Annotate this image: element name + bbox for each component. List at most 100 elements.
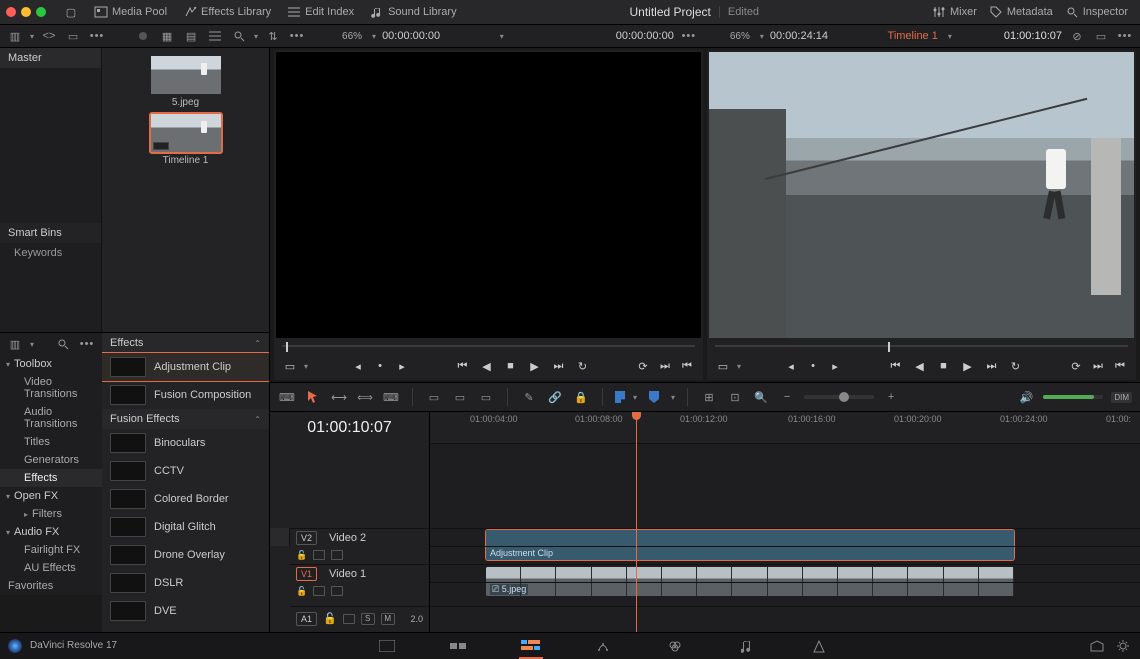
prev-frame-icon[interactable]: ◀ — [912, 358, 928, 374]
mute-button[interactable]: M — [381, 613, 395, 625]
prev-frame-icon[interactable]: ◀ — [479, 358, 495, 374]
chevron-down-icon[interactable]: ▾ — [30, 32, 34, 41]
zoom-out-icon[interactable]: − — [778, 388, 796, 406]
flag-icon[interactable] — [615, 391, 625, 403]
next-frame-icon[interactable]: ⏭ — [984, 358, 1000, 374]
prev-marker-icon[interactable]: ◂ — [783, 358, 799, 374]
disable-track-icon[interactable] — [343, 614, 355, 624]
chevron-down-icon[interactable]: ▾ — [372, 32, 376, 41]
fusion-effects-section-header[interactable]: Fusion Effects ⌃ — [102, 409, 269, 429]
loop-icon[interactable]: ↻ — [1008, 358, 1024, 374]
first-frame-icon[interactable]: ⏮ — [888, 358, 904, 374]
generators-category[interactable]: Generators — [0, 451, 102, 469]
fusion-page-icon[interactable] — [591, 638, 615, 654]
zoom-window-icon[interactable] — [36, 7, 46, 17]
program-timecode[interactable]: 01:00:10:07 — [1004, 30, 1062, 42]
lock-icon[interactable]: 🔓 — [323, 612, 337, 625]
mixer-toggle[interactable]: Mixer — [926, 5, 983, 19]
lock-icon[interactable]: 🔓 — [296, 550, 307, 561]
colored-border-effect[interactable]: Colored Border — [102, 485, 269, 513]
disable-track-icon[interactable] — [313, 586, 325, 596]
inspector-toggle[interactable]: Inspector — [1059, 5, 1134, 19]
chevron-down-icon[interactable]: ▾ — [30, 340, 34, 349]
fit-icon[interactable]: ⊡ — [726, 388, 744, 406]
dslr-effect[interactable]: DSLR — [102, 569, 269, 597]
sort-icon[interactable]: ⇅ — [264, 27, 282, 45]
panel-icon[interactable]: ▭ — [1092, 27, 1110, 45]
source-zoom[interactable]: 66% — [342, 31, 362, 42]
v2-track-header[interactable]: V2 Video 2 — [290, 528, 429, 546]
loop-icon[interactable]: ⟳ — [635, 358, 651, 374]
smart-bins-header[interactable]: Smart Bins — [0, 223, 101, 243]
openfx-category[interactable]: ▾Open FX — [0, 487, 102, 505]
v2-tag[interactable]: V2 — [296, 531, 317, 545]
loop-icon[interactable]: ⟳ — [1068, 358, 1084, 374]
effects-section-header[interactable]: Effects ⌃ — [102, 333, 269, 353]
stop-icon[interactable]: ■ — [503, 358, 519, 374]
more-icon[interactable]: ••• — [288, 27, 306, 45]
keyboard-icon[interactable]: ⌨ — [278, 388, 296, 406]
overwrite-icon[interactable]: ▭ — [451, 388, 469, 406]
lock-icon[interactable]: 🔒 — [572, 388, 590, 406]
timeline-thumbnail[interactable] — [151, 114, 221, 152]
timeline-timecode[interactable]: 01:00:10:07 — [270, 412, 429, 444]
project-manager-icon[interactable] — [1088, 637, 1106, 655]
frame-icon[interactable] — [331, 550, 343, 560]
chevron-down-icon[interactable]: ▾ — [948, 32, 952, 41]
media-page-icon[interactable] — [375, 638, 399, 654]
zoom-tool-icon[interactable]: 🔍 — [752, 388, 770, 406]
project-settings-icon[interactable] — [1114, 637, 1132, 655]
go-end-icon[interactable]: ⏭ — [657, 358, 673, 374]
selection-tool-icon[interactable] — [304, 388, 322, 406]
clip-item[interactable]: Timeline 1 — [151, 114, 221, 166]
list-view-icon[interactable] — [206, 27, 224, 45]
a1-tag[interactable]: A1 — [296, 612, 317, 626]
edit-index-toggle[interactable]: Edit Index — [281, 0, 360, 24]
stop-icon[interactable]: ■ — [936, 358, 952, 374]
lock-icon[interactable]: 🔓 — [296, 586, 307, 597]
titles-category[interactable]: Titles — [0, 433, 102, 451]
v1-track[interactable]: 5.jpeg — [430, 564, 1140, 582]
dim-toggle[interactable]: DIM — [1111, 392, 1132, 403]
program-scrub-bar[interactable] — [715, 340, 1128, 352]
more-icon[interactable]: ••• — [88, 27, 106, 45]
binoculars-effect[interactable]: Binoculars — [102, 429, 269, 457]
snap-icon[interactable]: ⊞ — [700, 388, 718, 406]
v2-track[interactable]: Adjustment Clip — [430, 528, 1140, 546]
timeline-selector[interactable]: Timeline 1 — [888, 30, 938, 42]
adjustment-clip-effect[interactable]: Adjustment Clip — [102, 353, 269, 381]
volume-icon[interactable]: 🔊 — [1017, 388, 1035, 406]
edit-page-icon[interactable] — [519, 638, 543, 654]
program-viewer-canvas[interactable] — [709, 52, 1134, 338]
layout-icon[interactable]: ▥ — [6, 27, 24, 45]
v1-track-sub[interactable] — [430, 582, 1140, 600]
program-zoom[interactable]: 66% — [730, 31, 750, 42]
favorites-category[interactable]: Favorites — [0, 577, 102, 595]
marker-dot-icon[interactable]: • — [805, 358, 821, 374]
more-icon[interactable]: ••• — [78, 335, 96, 353]
playhead[interactable] — [636, 412, 637, 632]
master-bin[interactable]: Master — [0, 48, 101, 68]
workspace-icon[interactable]: ▢ — [58, 0, 84, 24]
cut-page-icon[interactable] — [447, 638, 471, 654]
record-icon[interactable] — [134, 27, 152, 45]
v1-tag[interactable]: V1 — [296, 567, 317, 581]
panel-icon[interactable]: ▥ — [6, 335, 24, 353]
metadata-toggle[interactable]: Metadata — [983, 5, 1059, 19]
sound-library-toggle[interactable]: Sound Library — [364, 0, 463, 24]
replace-icon[interactable]: ▭ — [477, 388, 495, 406]
media-pool-toggle[interactable]: Media Pool — [88, 0, 173, 24]
zoom-slider[interactable] — [804, 395, 874, 399]
collapse-icon[interactable]: ⌃ — [254, 339, 261, 348]
insert-icon[interactable]: ▭ — [425, 388, 443, 406]
panel-icon[interactable]: ▭ — [64, 27, 82, 45]
dynamic-trim-icon[interactable]: ⟺ — [356, 388, 374, 406]
deliver-page-icon[interactable] — [807, 638, 831, 654]
source-scrub-bar[interactable] — [282, 340, 695, 352]
frame-icon[interactable] — [331, 586, 343, 596]
video-transitions-category[interactable]: Video Transitions — [0, 373, 102, 403]
chevron-down-icon[interactable]: ▾ — [254, 32, 258, 41]
cctv-effect[interactable]: CCTV — [102, 457, 269, 485]
minimize-window-icon[interactable] — [21, 7, 31, 17]
a1-track-header[interactable]: A1 🔓 S M 2.0 — [290, 606, 429, 630]
